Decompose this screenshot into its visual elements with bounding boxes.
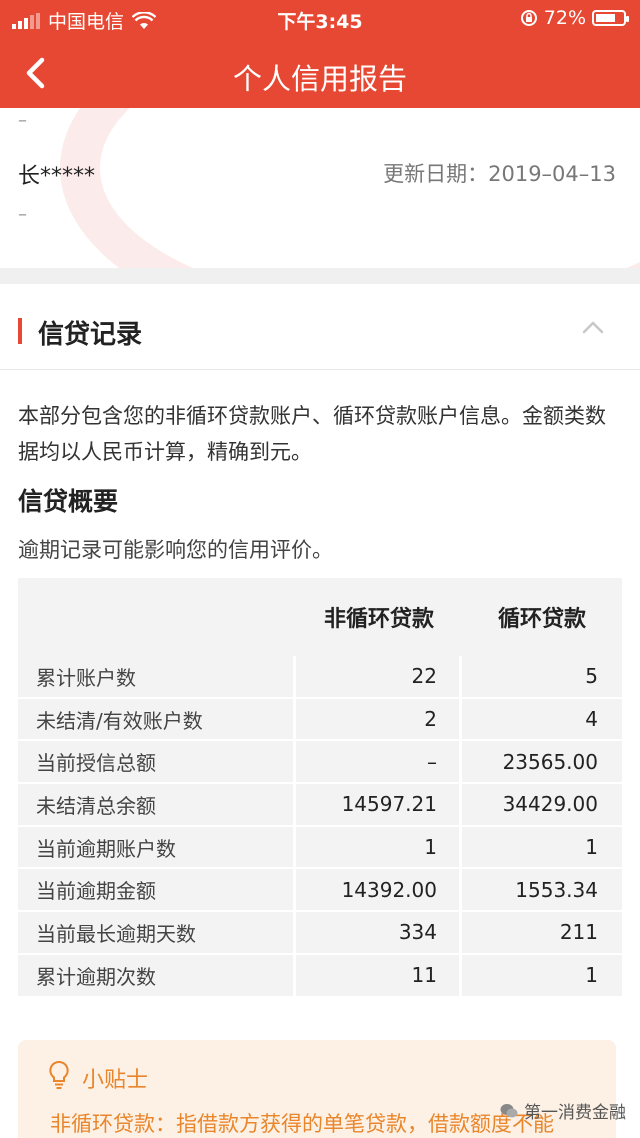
revolving-value: 211 — [462, 912, 622, 955]
revolving-value: 1553.34 — [462, 869, 622, 913]
brand-name: 第一消费金融 — [524, 1103, 626, 1123]
status-bar: 中国电信 下午3:45 72% — [0, 0, 640, 38]
non-revolving-value: – — [296, 741, 462, 785]
tips-box: 小贴士 非循环贷款：指借款方获得的单笔贷款，借款额度不能 — [18, 1040, 616, 1138]
table-row: 当前授信总额 – 23565.00 — [18, 741, 622, 785]
watermark-logo — [60, 108, 640, 268]
table-row: 累计逾期次数 11 1 — [18, 954, 622, 998]
chevron-up-icon[interactable] — [582, 320, 604, 334]
header-cell-non-revolving: 非循环贷款 — [323, 607, 434, 632]
table-row: 未结清/有效账户数 2 4 — [18, 698, 622, 742]
revolving-value: 23565.00 — [462, 741, 622, 785]
row-label: 当前逾期账户数 — [18, 826, 296, 870]
header-cell-revolving: 循环贷款 — [497, 607, 586, 632]
tips-title: 小贴士 — [82, 1068, 149, 1093]
profile-dash-top: – — [18, 110, 27, 131]
non-revolving-value: 2 — [296, 698, 462, 742]
section-accent-bar — [18, 318, 22, 344]
battery-percent: 72% — [543, 7, 586, 29]
rotation-lock-icon — [520, 10, 537, 26]
non-revolving-value: 334 — [296, 912, 462, 955]
non-revolving-value: 22 — [296, 656, 462, 699]
brand-watermark: 第一消费金融 — [500, 1098, 626, 1123]
battery-icon — [592, 10, 629, 26]
revolving-value: 5 — [462, 656, 622, 699]
table-row: 当前逾期金额 14392.00 1553.34 — [18, 869, 622, 913]
row-label: 未结清总余额 — [18, 784, 296, 827]
revolving-value: 34429.00 — [462, 784, 622, 827]
row-label: 未结清/有效账户数 — [18, 698, 296, 742]
profile-dash-bottom: – — [18, 204, 27, 225]
row-label: 累计账户数 — [18, 656, 296, 699]
revolving-value: 1 — [462, 954, 622, 998]
profile-card: – 长***** 更新日期：2019–04–13 – — [0, 108, 640, 268]
section-description: 本部分包含您的非循环贷款账户、循环贷款账户信息。金额类数据均以人民币计算，精确到… — [18, 404, 606, 464]
wechat-icon — [500, 1103, 518, 1117]
lightbulb-icon — [49, 1060, 69, 1089]
row-label: 当前最长逾期天数 — [18, 912, 296, 955]
credit-summary-table: 非循环贷款 循环贷款 累计账户数 22 5 未结清/有效账户数 2 4 当前授信… — [18, 578, 622, 998]
non-revolving-value: 14597.21 — [296, 784, 462, 827]
non-revolving-value: 14392.00 — [296, 869, 462, 913]
table-row: 累计账户数 22 5 — [18, 656, 622, 699]
credit-summary-title: 信贷概要 — [18, 487, 119, 516]
credit-record-section: 信贷记录 本部分包含您的非循环贷款账户、循环贷款账户信息。金额类数据均以人民币计… — [0, 284, 640, 1138]
revolving-value: 1 — [462, 826, 622, 870]
nav-bar: 个人信用报告 — [0, 38, 640, 108]
row-label: 累计逾期次数 — [18, 954, 296, 998]
row-label: 当前授信总额 — [18, 741, 296, 785]
revolving-value: 4 — [462, 698, 622, 742]
tips-text: 非循环贷款：指借款方获得的单笔贷款，借款额度不能 — [50, 1112, 554, 1136]
table-row: 未结清总余额 14597.21 34429.00 — [18, 784, 622, 827]
row-label: 当前逾期金额 — [18, 869, 296, 913]
update-date: 更新日期：2019–04–13 — [383, 162, 616, 186]
overdue-hint: 逾期记录可能影响您的信用评价。 — [18, 538, 333, 562]
section-title: 信贷记录 — [38, 320, 143, 350]
non-revolving-value: 1 — [296, 826, 462, 870]
table-row: 当前最长逾期天数 334 211 — [18, 912, 622, 955]
header-cell-label — [18, 578, 296, 656]
table-header: 非循环贷款 循环贷款 — [18, 578, 622, 656]
profile-name: 长***** — [18, 164, 96, 189]
non-revolving-value: 11 — [296, 954, 462, 998]
page-title: 个人信用报告 — [232, 62, 407, 96]
table-row: 当前逾期账户数 1 1 — [18, 826, 622, 870]
section-header[interactable]: 信贷记录 — [0, 284, 640, 370]
